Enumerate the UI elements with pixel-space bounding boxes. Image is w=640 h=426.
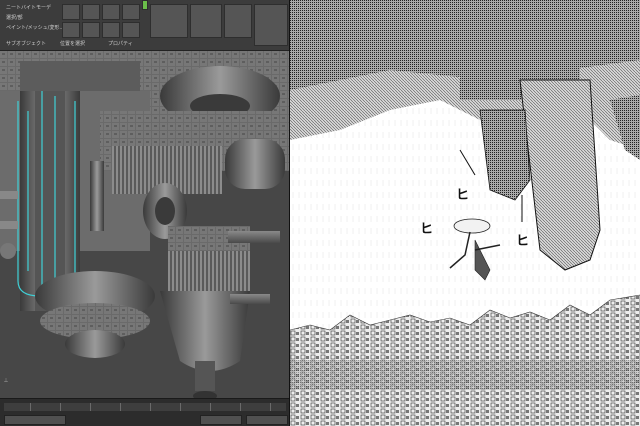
manga-illustration: [290, 0, 640, 426]
spaceship-model: [0, 51, 290, 398]
tool-group-large-2[interactable]: [190, 4, 222, 38]
tool-button-2[interactable]: [82, 4, 100, 20]
ribbon-sub-right: プロパティ: [108, 41, 133, 47]
tool-button-3[interactable]: [102, 4, 120, 20]
viewport-nav-controls[interactable]: [246, 415, 288, 425]
timeline-tick: [180, 403, 181, 411]
tool-button-8[interactable]: [122, 22, 140, 38]
timeline-tick: [30, 403, 31, 411]
manga-panel: ヒ ヒ ヒ: [290, 0, 640, 426]
ribbon-sub-left: サブオブジェクト: [6, 41, 47, 47]
ribbon-toolbar: ニートバイトモーデ 選択/部 ペイント/メッシュ/変形... サブオブジェクト …: [0, 0, 290, 51]
tool-button-6[interactable]: [82, 22, 100, 38]
modeling-app: ニートバイトモーデ 選択/部 ペイント/メッシュ/変形... サブオブジェクト …: [0, 0, 290, 426]
tool-button-5[interactable]: [62, 22, 80, 38]
ribbon-row1: ニートバイトモーデ: [6, 5, 52, 11]
timeline-bar[interactable]: [0, 398, 290, 426]
tool-button-1[interactable]: [62, 4, 80, 20]
ribbon-row2: 選択/部: [6, 15, 23, 21]
screen: ニートバイトモーデ 選択/部 ペイント/メッシュ/変形... サブオブジェクト …: [0, 0, 640, 426]
tool-group-large[interactable]: [150, 4, 188, 38]
sound-effect-a: ヒ: [456, 188, 470, 203]
sound-effect-b: ヒ: [420, 222, 434, 237]
green-indicator: [142, 0, 148, 10]
ribbon-sub-mid: 位置を選択: [60, 41, 86, 47]
timeline-track[interactable]: [4, 403, 286, 411]
timeline-tick: [150, 403, 151, 411]
timeline-tick: [120, 403, 121, 411]
tool-group-large-3[interactable]: [224, 4, 252, 38]
timeline-tick: [210, 403, 211, 411]
3d-viewport[interactable]: ⟂: [0, 51, 290, 398]
sound-effect-c: ヒ: [516, 234, 530, 249]
timeline-tick: [240, 403, 241, 411]
status-field[interactable]: [4, 415, 66, 425]
playback-controls[interactable]: [200, 415, 242, 425]
tool-button-4[interactable]: [122, 4, 140, 20]
timeline-tick: [270, 403, 271, 411]
ribbon-row3: ペイント/メッシュ/変形...: [6, 25, 65, 31]
timeline-tick: [60, 403, 61, 411]
axis-gizmo: ⟂: [4, 377, 9, 384]
tool-group-large-4[interactable]: [254, 4, 288, 46]
tool-button-7[interactable]: [102, 22, 120, 38]
timeline-tick: [90, 403, 91, 411]
